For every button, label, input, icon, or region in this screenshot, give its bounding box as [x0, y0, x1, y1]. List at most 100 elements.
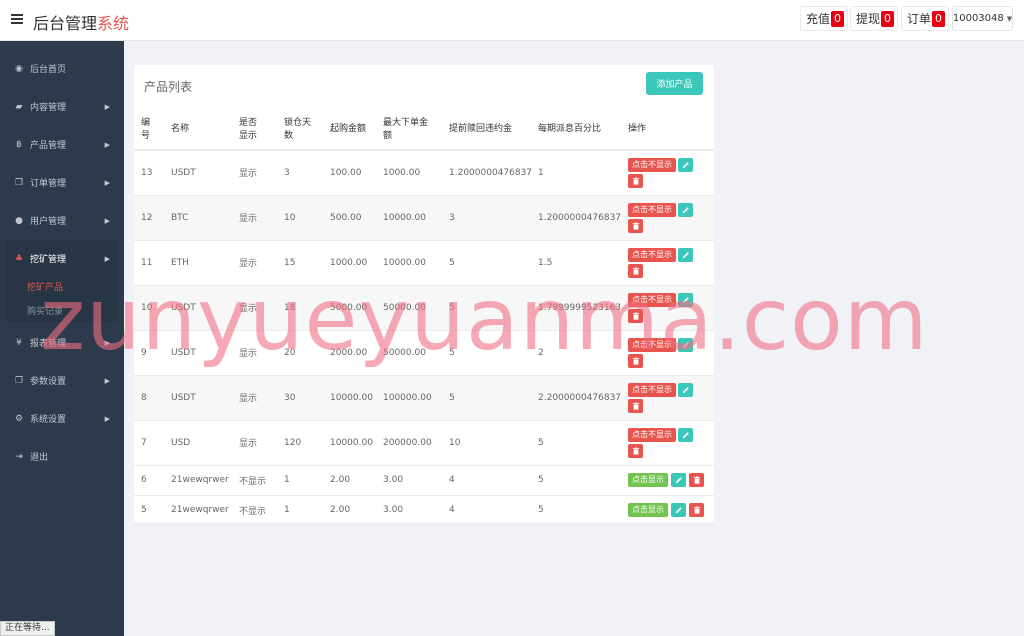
sidebar-item-users[interactable]: ● 用户管理 ▶ [6, 203, 117, 238]
chevron-right-icon: ▶ [104, 178, 110, 187]
sidebar-item-system[interactable]: ⚙ 系统设置 ▶ [6, 401, 117, 436]
cell-ops: 点击不显示 [621, 150, 714, 196]
edit-button[interactable] [678, 202, 693, 217]
edit-button[interactable] [678, 427, 693, 442]
sidebar-subitem-label: 挖矿产品 [27, 282, 64, 293]
hide-button[interactable]: 点击不显示 [628, 202, 676, 217]
sidebar-item-label: 系统设置 [30, 415, 67, 425]
header-rate: 每期派息百分比 [531, 110, 621, 151]
table-row: 13 USDT 显示 3 100.00 1000.00 1.2000000476837 1 点击… [134, 150, 714, 196]
delete-button[interactable] [628, 218, 643, 233]
cell-ops: 点击不显示 [621, 240, 714, 286]
row-actions: 点击不显示 [628, 292, 708, 323]
cell-ops: 点击显示 [621, 495, 714, 526]
product-list-panel: 产品列表 添加产品 编号 名称 是否显示 锁仓天数 起购金额 最大下单金额 提前… [134, 65, 714, 526]
cell-name: USDT [164, 150, 232, 196]
delete-button[interactable] [628, 308, 643, 323]
sidebar-item-label: 后台首页 [30, 65, 67, 75]
delete-button[interactable] [689, 473, 704, 487]
sidebar-item-label: 用户管理 [30, 217, 67, 227]
cell-name: ETH [164, 240, 232, 286]
hide-button[interactable]: 点击不显示 [628, 382, 676, 397]
sidebar-item-label: 报表管理 [30, 339, 67, 349]
edit-button[interactable] [671, 473, 686, 487]
pencil-icon [682, 296, 689, 303]
browser-status-bar: 正在等待... [0, 621, 55, 636]
withdraw-button[interactable]: 提现 0 [850, 6, 899, 31]
hide-button[interactable]: 点击不显示 [628, 157, 676, 172]
cell-days: 1 [277, 465, 323, 496]
hide-button[interactable]: 点击不显示 [628, 337, 676, 352]
delete-button[interactable] [628, 173, 643, 188]
delete-button[interactable] [628, 353, 643, 368]
cell-id: 11 [134, 240, 164, 286]
cell-penalty: 5 [442, 375, 531, 421]
cell-name: USDT [164, 330, 232, 376]
sidebar-item-reports[interactable]: ¥ 报表管理 ▶ [6, 325, 117, 360]
cell-ops: 点击不显示 [621, 285, 714, 331]
cell-name: 21wewqrwer [164, 465, 232, 496]
product-table: 编号 名称 是否显示 锁仓天数 起购金额 最大下单金额 提前赎回违约金 每期派息… [134, 110, 714, 526]
hide-button[interactable]: 点击不显示 [628, 292, 676, 307]
cell-show: 不显示 [232, 465, 277, 496]
hide-button[interactable]: 点击不显示 [628, 427, 676, 442]
show-button[interactable]: 点击显示 [628, 503, 668, 517]
edit-button[interactable] [678, 157, 693, 172]
show-button[interactable]: 点击显示 [628, 473, 668, 487]
cell-show: 显示 [232, 240, 277, 286]
cell-name: 21wewqrwer [164, 495, 232, 526]
recharge-button[interactable]: 充值 0 [800, 6, 849, 31]
delete-button[interactable] [628, 443, 643, 458]
order-badge: 0 [932, 10, 946, 27]
delete-button[interactable] [628, 398, 643, 413]
cell-max: 100000.00 [376, 375, 442, 421]
cell-show: 显示 [232, 375, 277, 421]
cell-days: 18 [277, 285, 323, 331]
chevron-right-icon: ▶ [104, 216, 110, 225]
sidebar-item-logout[interactable]: ⇥ 退出 [6, 439, 117, 474]
hide-button[interactable]: 点击不显示 [628, 247, 676, 262]
cell-penalty: 1.2000000476837 [442, 150, 531, 196]
add-product-button[interactable]: 添加产品 [646, 72, 703, 95]
cell-show: 显示 [232, 195, 277, 241]
cell-max: 3.00 [376, 495, 442, 526]
edit-button[interactable] [678, 292, 693, 307]
cell-name: USDT [164, 285, 232, 331]
brand-accent: 系统 [97, 14, 130, 33]
cell-rate: 5 [531, 420, 621, 466]
sidebar-item-mining[interactable]: ♣ 挖矿管理 ▶ [6, 241, 117, 276]
header-max: 最大下单金额 [376, 110, 442, 151]
sidebar-subitem-purchase-records[interactable]: 购买记录 [6, 298, 117, 322]
sidebar-item-home[interactable]: ◉ 后台首页 [6, 51, 117, 86]
cell-rate: 1.5 [531, 240, 621, 286]
sidebar-item-label: 参数设置 [30, 377, 67, 387]
dashboard-icon: ◉ [15, 63, 23, 74]
pencil-icon [682, 161, 689, 168]
sidebar-item-params[interactable]: ❐ 参数设置 ▶ [6, 363, 117, 398]
table-row: 12 BTC 显示 10 500.00 10000.00 3 1.2000000476837 点… [134, 195, 714, 241]
chevron-right-icon: ▶ [104, 254, 110, 263]
edit-button[interactable] [671, 503, 686, 517]
sidebar-item-content[interactable]: ▰ 内容管理 ▶ [6, 89, 117, 124]
header-ops: 操作 [621, 110, 714, 151]
edit-button[interactable] [678, 382, 693, 397]
table-row: 11 ETH 显示 15 1000.00 10000.00 5 1.5 点击不显示 [134, 240, 714, 286]
menu-toggle-icon[interactable] [11, 14, 23, 24]
cell-penalty: 4 [442, 465, 531, 496]
delete-button[interactable] [689, 503, 704, 517]
delete-button[interactable] [628, 263, 643, 278]
brand-main: 后台管理 [33, 14, 98, 33]
edit-button[interactable] [678, 247, 693, 262]
sidebar-subitem-mining-products[interactable]: 挖矿产品 [6, 274, 117, 298]
cell-max: 1000.00 [376, 150, 442, 196]
edit-button[interactable] [678, 337, 693, 352]
withdraw-label: 提现 [856, 12, 881, 26]
sidebar-item-orders[interactable]: ❐ 订单管理 ▶ [6, 165, 117, 200]
sidebar-item-products[interactable]: ฿ 产品管理 ▶ [6, 127, 117, 162]
order-button[interactable]: 订单 0 [901, 6, 950, 31]
user-dropdown[interactable]: 10003048 ▼ [952, 6, 1013, 31]
cell-min: 10000.00 [323, 375, 376, 421]
table-header-row: 编号 名称 是否显示 锁仓天数 起购金额 最大下单金额 提前赎回违约金 每期派息… [134, 110, 714, 151]
cell-min: 2.00 [323, 465, 376, 496]
cell-show: 不显示 [232, 495, 277, 526]
